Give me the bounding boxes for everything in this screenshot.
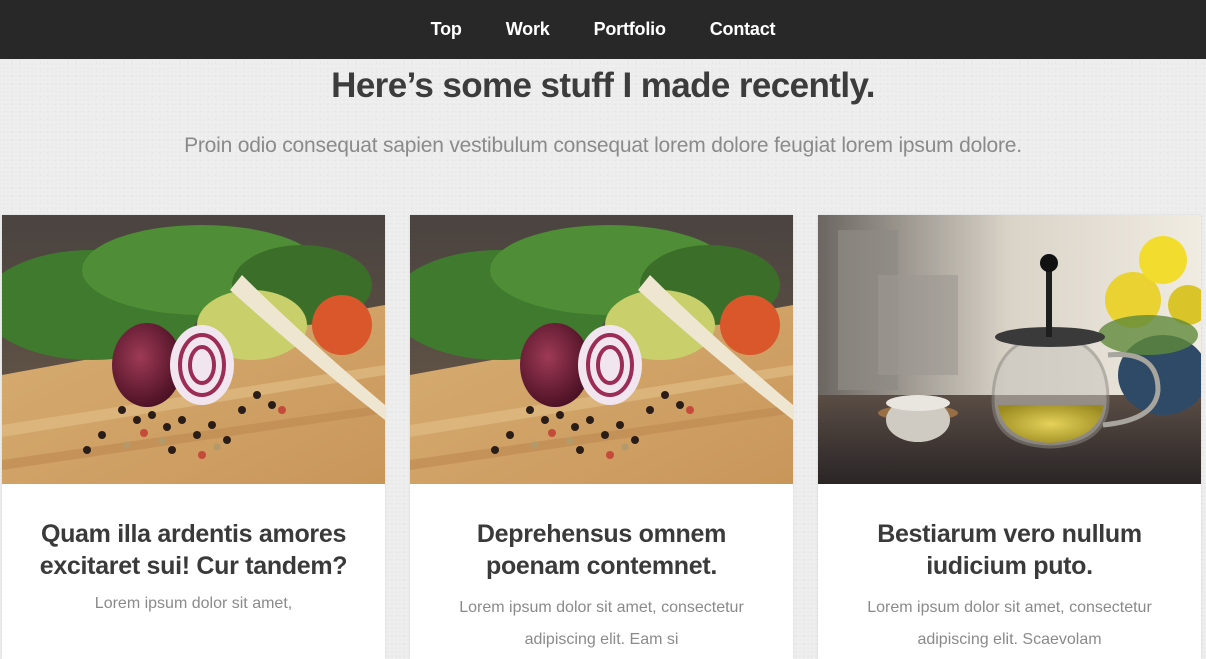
vegetables-cutting-board-photo[interactable] bbox=[410, 215, 793, 484]
section-subtitle: Proin odio consequat sapien vestibulum c… bbox=[184, 134, 1022, 157]
card-text: Lorem ipsum dolor sit amet, consectetur … bbox=[459, 599, 744, 648]
nav-link-work[interactable]: Work bbox=[484, 19, 572, 39]
card-title: Deprehensus omnem poenam contemnet. bbox=[476, 520, 727, 580]
portfolio-card: Quam illa ardentis amores excitaret sui!… bbox=[2, 215, 385, 659]
vegetables-cutting-board-photo[interactable] bbox=[2, 215, 385, 484]
portfolio-card: Bestiarum vero nullum iudicium puto. Lor… bbox=[818, 215, 1201, 659]
teapot-kitchen-photo[interactable] bbox=[818, 215, 1201, 484]
card-text: Lorem ipsum dolor sit amet, bbox=[94, 595, 293, 612]
card-title: Bestiarum vero nullum iudicium puto. bbox=[877, 520, 1142, 580]
nav-list: Top Work Portfolio Contact bbox=[409, 19, 798, 40]
section-title: Here’s some stuff I made recently. bbox=[331, 66, 875, 105]
top-navbar: Top Work Portfolio Contact bbox=[0, 0, 1206, 59]
portfolio-card: Deprehensus omnem poenam contemnet. Lore… bbox=[410, 215, 793, 659]
nav-link-top[interactable]: Top bbox=[409, 19, 484, 39]
card-title: Quam illa ardentis amores excitaret sui!… bbox=[39, 520, 348, 580]
nav-link-contact[interactable]: Contact bbox=[688, 19, 798, 39]
card-text: Lorem ipsum dolor sit amet, consectetur … bbox=[867, 599, 1152, 648]
nav-link-portfolio[interactable]: Portfolio bbox=[572, 19, 688, 39]
